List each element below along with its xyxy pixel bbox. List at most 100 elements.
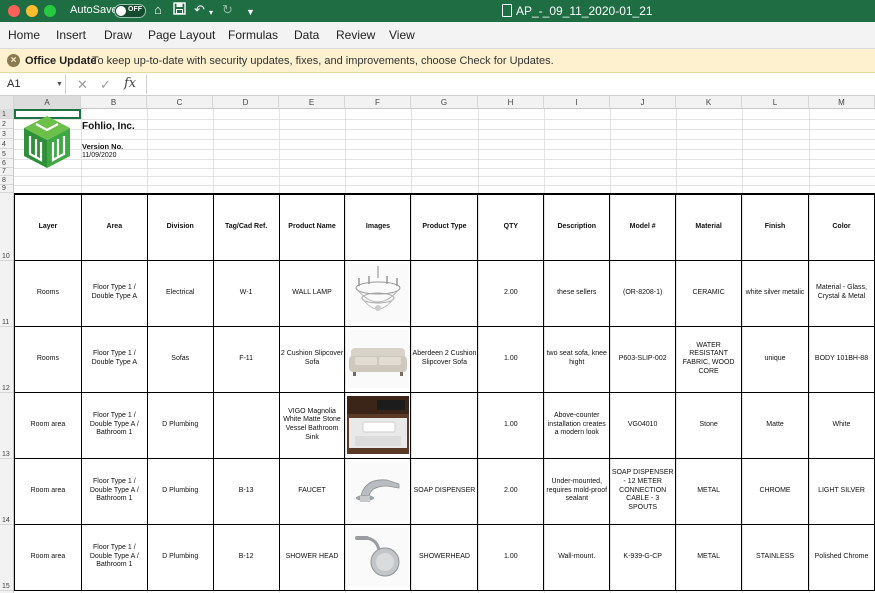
tab-view[interactable]: View <box>389 28 415 42</box>
row-header[interactable]: 12 <box>0 327 13 393</box>
table-cell[interactable]: SHOWER HEAD <box>278 523 346 591</box>
row-header[interactable]: 13 <box>0 393 13 459</box>
image-cell[interactable] <box>344 391 412 459</box>
home-icon[interactable]: ⌂ <box>154 2 162 18</box>
tab-draw[interactable]: Draw <box>104 28 132 42</box>
row-header[interactable]: 11 <box>0 261 13 327</box>
row-header[interactable]: 6 <box>0 159 13 168</box>
formula-input[interactable] <box>146 75 871 94</box>
table-cell[interactable]: D Plumbing <box>146 457 214 525</box>
tab-home[interactable]: Home <box>8 28 40 42</box>
table-cell[interactable]: D Plumbing <box>146 391 214 459</box>
header-cell[interactable]: Product Name <box>278 193 346 261</box>
column-header[interactable]: H <box>478 96 544 109</box>
column-header[interactable]: E <box>279 96 345 109</box>
table-cell[interactable]: Wall-mount. <box>543 523 611 591</box>
tab-formulas[interactable]: Formulas <box>228 28 278 42</box>
table-cell[interactable] <box>410 391 479 459</box>
row-header[interactable]: 14 <box>0 459 13 525</box>
column-header[interactable]: F <box>345 96 411 109</box>
column-header[interactable]: D <box>213 96 279 109</box>
table-cell[interactable]: Room area <box>14 457 82 525</box>
column-header[interactable]: C <box>147 96 213 109</box>
table-cell[interactable] <box>410 259 479 327</box>
header-cell[interactable]: Tag/Cad Ref. <box>212 193 280 261</box>
row-header[interactable]: 15 <box>0 525 13 591</box>
row-header[interactable]: 4 <box>0 139 13 149</box>
image-cell[interactable] <box>344 259 412 327</box>
table-cell[interactable]: CERAMIC <box>675 259 743 327</box>
row-header[interactable]: 10 <box>0 193 13 261</box>
header-cell[interactable]: Division <box>146 193 214 261</box>
table-cell[interactable]: Room area <box>14 523 82 591</box>
cell-grid[interactable]: Fohlio, Inc. Version No. 11/09/2020 Laye… <box>14 109 875 593</box>
table-cell[interactable]: 2.00 <box>477 259 545 327</box>
tab-data[interactable]: Data <box>294 28 319 42</box>
row-header[interactable]: 9 <box>0 185 13 193</box>
table-cell[interactable]: Floor Type 1 / Double Type A <box>80 325 148 393</box>
row-header[interactable]: 7 <box>0 168 13 176</box>
header-cell[interactable]: Model # <box>609 193 677 261</box>
table-cell[interactable]: 1.00 <box>477 523 545 591</box>
header-cell[interactable]: QTY <box>477 193 545 261</box>
table-cell[interactable]: W-1 <box>212 259 280 327</box>
sofa-image[interactable] <box>346 330 409 388</box>
column-header[interactable]: L <box>742 96 809 109</box>
table-cell[interactable]: FAUCET <box>278 457 346 525</box>
column-header[interactable]: K <box>676 96 742 109</box>
table-cell[interactable]: Stone <box>675 391 743 459</box>
faucet-image[interactable] <box>346 462 409 520</box>
row-header[interactable]: 3 <box>0 129 13 139</box>
minimize-window-button[interactable] <box>26 5 38 17</box>
header-cell[interactable]: Layer <box>14 193 82 261</box>
image-cell[interactable] <box>344 325 412 393</box>
table-cell[interactable]: White <box>808 391 875 459</box>
close-window-button[interactable] <box>8 5 20 17</box>
table-cell[interactable]: Aberdeen 2 Cushion Slipcover Sofa <box>410 325 479 393</box>
table-cell[interactable]: SOAP DISPENSER <box>410 457 479 525</box>
table-cell[interactable]: unique <box>741 325 809 393</box>
header-cell[interactable]: Material <box>675 193 743 261</box>
table-cell[interactable]: METAL <box>675 457 743 525</box>
zoom-window-button[interactable] <box>44 5 56 17</box>
table-cell[interactable]: Rooms <box>14 325 82 393</box>
table-cell[interactable]: F-11 <box>212 325 280 393</box>
table-cell[interactable]: STAINLESS <box>741 523 809 591</box>
table-cell[interactable]: (OR-8208-1) <box>609 259 677 327</box>
chandelier-image[interactable] <box>346 264 409 322</box>
row-header[interactable]: 8 <box>0 176 13 185</box>
header-cell[interactable]: Area <box>80 193 148 261</box>
table-cell[interactable]: Floor Type 1 / Double Type A / Bathroom … <box>80 523 148 591</box>
undo-dropdown-icon[interactable]: ▾ <box>209 5 213 21</box>
table-cell[interactable]: Matte <box>741 391 809 459</box>
header-cell[interactable]: Images <box>344 193 412 261</box>
table-cell[interactable]: SOAP DISPENSER - 12 METER CONNECTION CAB… <box>609 457 677 525</box>
header-cell[interactable]: Color <box>808 193 875 261</box>
table-cell[interactable]: Sofas <box>146 325 214 393</box>
table-cell[interactable]: B-13 <box>212 457 280 525</box>
header-cell[interactable]: Finish <box>741 193 809 261</box>
sink-image[interactable] <box>346 396 409 454</box>
table-cell[interactable]: Electrical <box>146 259 214 327</box>
column-header[interactable]: G <box>411 96 478 109</box>
table-cell[interactable]: P603-SLIP-002 <box>609 325 677 393</box>
column-header[interactable]: M <box>809 96 875 109</box>
dismiss-icon[interactable]: × <box>7 54 20 67</box>
tab-review[interactable]: Review <box>336 28 375 42</box>
table-cell[interactable]: CHROME <box>741 457 809 525</box>
table-cell[interactable]: SHOWERHEAD <box>410 523 479 591</box>
image-cell[interactable] <box>344 457 412 525</box>
name-box[interactable]: A1 ▼ <box>0 75 66 94</box>
table-cell[interactable]: WATER RESISTANT FABRIC, WOOD CORE <box>675 325 743 393</box>
table-cell[interactable]: Under-mounted, requires mold-proof seala… <box>543 457 611 525</box>
column-header[interactable]: A <box>14 96 81 109</box>
table-cell[interactable]: Room area <box>14 391 82 459</box>
table-cell[interactable]: Floor Type 1 / Double Type A / Bathroom … <box>80 391 148 459</box>
table-cell[interactable]: Above-counter installation creates a mod… <box>543 391 611 459</box>
redo-icon[interactable]: ↻ <box>222 2 233 18</box>
image-cell[interactable] <box>344 523 412 591</box>
save-icon[interactable] <box>173 2 186 19</box>
table-cell[interactable]: 2.00 <box>477 457 545 525</box>
row-header[interactable]: 2 <box>0 119 13 129</box>
table-cell[interactable]: Polished Chrome <box>808 523 875 591</box>
